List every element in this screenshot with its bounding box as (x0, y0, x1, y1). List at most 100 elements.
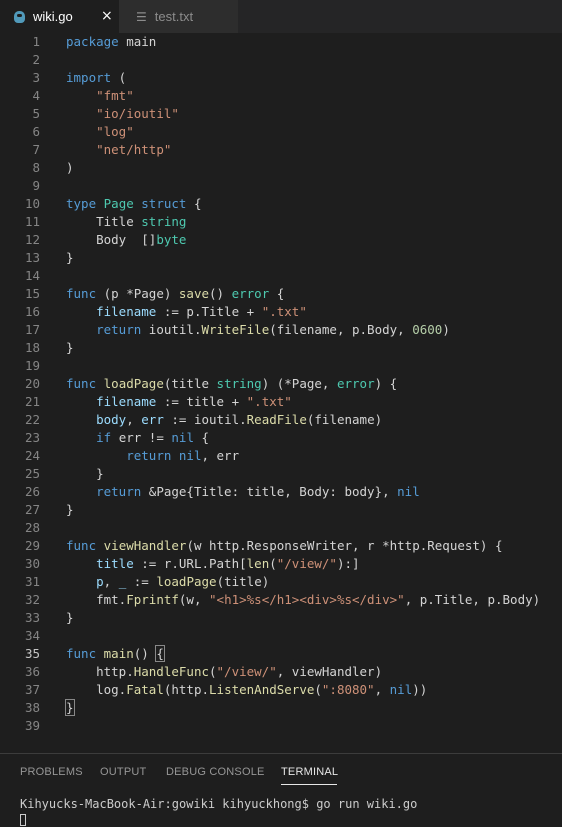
code-text: return ioutil.WriteFile(filename, p.Body… (66, 321, 450, 339)
code-token: 0600 (412, 322, 443, 337)
code-token: := ioutil. (163, 412, 247, 427)
code-token: "fmt" (96, 88, 134, 103)
code-line[interactable]: 39 (0, 717, 562, 735)
code-line[interactable]: 37 log.Fatal(http.ListenAndServe(":8080"… (0, 681, 562, 699)
tab-label: wiki.go (33, 9, 73, 24)
tab-terminal[interactable]: TERMINAL (281, 766, 338, 778)
code-line[interactable]: 36 http.HandleFunc("/view/", viewHandler… (0, 663, 562, 681)
code-line[interactable]: 19 (0, 357, 562, 375)
active-tab-indicator (281, 784, 337, 785)
code-text: if err != nil { (66, 429, 209, 447)
code-line[interactable]: 13} (0, 249, 562, 267)
code-token: return (96, 322, 142, 337)
code-line[interactable]: 16 filename := p.Title + ".txt" (0, 303, 562, 321)
code-line[interactable]: 21 filename := title + ".txt" (0, 393, 562, 411)
code-token: "/view/" (216, 664, 277, 679)
code-token: , err (201, 448, 240, 463)
code-line[interactable]: 33} (0, 609, 562, 627)
code-token: (filename, p.Body, (269, 322, 413, 337)
code-token: func (66, 646, 97, 661)
code-token: fmt. (66, 592, 127, 607)
line-number: 28 (24, 520, 40, 535)
line-number: 27 (24, 502, 40, 517)
code-line[interactable]: 23 if err != nil { (0, 429, 562, 447)
code-line[interactable]: 28 (0, 519, 562, 537)
line-number: 7 (32, 142, 40, 157)
code-editor[interactable]: 1 package main 2 3 import (4 "fmt" 5 "io/iout… (0, 33, 562, 753)
tab-output[interactable]: OUTPUT (100, 766, 146, 778)
code-text: filename := p.Title + ".txt" (66, 303, 307, 321)
code-token: , p.Title, p.Body) (404, 592, 541, 607)
tab-debug-console[interactable]: DEBUG CONSOLE (166, 766, 265, 778)
code-line[interactable]: 29 func viewHandler(w http.ResponseWriter… (0, 537, 562, 555)
code-line[interactable]: 38} (0, 699, 562, 717)
code-token: () (209, 286, 232, 301)
code-token: ioutil. (141, 322, 202, 337)
code-line[interactable]: 12 Body []byte (0, 231, 562, 249)
code-token: ReadFile (246, 412, 307, 427)
code-line[interactable]: 35 func main() { (0, 645, 562, 663)
code-token: "<h1>%s</h1><div>%s</div>" (209, 592, 405, 607)
code-line[interactable]: 1 package main (0, 33, 562, 51)
line-number: 5 (32, 106, 40, 121)
code-line[interactable]: 20 func loadPage(title string) (*Page, er… (0, 375, 562, 393)
code-token: ( (314, 682, 322, 697)
tab-wiki-go[interactable]: wiki.go × (0, 0, 119, 33)
code-line[interactable]: 17 return ioutil.WriteFile(filename, p.B… (0, 321, 562, 339)
close-icon[interactable]: × (101, 8, 113, 24)
code-line[interactable]: 30 title := r.URL.Path[len("/view/"):] (0, 555, 562, 573)
code-token: save (178, 286, 210, 301)
code-line[interactable]: 4 "fmt" (0, 87, 562, 105)
code-line[interactable]: 6 "log" (0, 123, 562, 141)
tab-test-txt[interactable]: ☰ test.txt (119, 0, 238, 33)
line-number: 14 (24, 268, 40, 283)
code-token: ".txt" (246, 394, 292, 409)
code-text: return nil, err (66, 447, 239, 465)
line-number: 12 (24, 232, 40, 247)
code-line[interactable]: 32 fmt.Fprintf(w, "<h1>%s</h1><div>%s</d… (0, 591, 562, 609)
code-token: viewHandler (103, 538, 187, 553)
code-text: import ( (66, 69, 126, 87)
code-line[interactable]: 3 import ( (0, 69, 562, 87)
code-token: error (336, 376, 375, 391)
code-line[interactable]: 31 p, _ := loadPage(title) (0, 573, 562, 591)
code-line[interactable]: 25 } (0, 465, 562, 483)
code-line[interactable]: 9 (0, 177, 562, 195)
code-line[interactable]: 8) (0, 159, 562, 177)
code-text: log.Fatal(http.ListenAndServe(":8080", n… (66, 681, 427, 699)
code-token: Page (103, 196, 134, 211)
line-number: 33 (24, 610, 40, 625)
code-token: :] (344, 556, 360, 571)
code-token: main (103, 646, 134, 661)
code-line[interactable]: 15 func (p *Page) save() error { (0, 285, 562, 303)
code-line[interactable]: 26 return &Page{Title: title, Body: body… (0, 483, 562, 501)
code-line[interactable]: 5 "io/ioutil" (0, 105, 562, 123)
code-token: main (118, 34, 157, 49)
code-text: p, _ := loadPage(title) (66, 573, 269, 591)
code-token: return (126, 448, 172, 463)
code-line[interactable]: 22 body, err := ioutil.ReadFile(filename… (0, 411, 562, 429)
code-line[interactable]: 7 "net/http" (0, 141, 562, 159)
terminal-output-line[interactable]: Kihyucks-MacBook-Air:gowiki kihyuckhong$… (20, 797, 417, 811)
line-number: 25 (24, 466, 40, 481)
code-line[interactable]: 14 (0, 267, 562, 285)
code-token: import (66, 70, 112, 85)
code-line[interactable]: 18} (0, 339, 562, 357)
code-line[interactable]: 34 (0, 627, 562, 645)
tab-problems[interactable]: PROBLEMS (20, 766, 83, 778)
code-line[interactable]: 27} (0, 501, 562, 519)
line-number: 23 (24, 430, 40, 445)
code-line[interactable]: 11 Title string (0, 213, 562, 231)
code-text: Body []byte (66, 231, 186, 249)
code-token: ".txt" (261, 304, 307, 319)
code-token: "io/ioutil" (96, 106, 179, 121)
code-line[interactable]: 2 (0, 51, 562, 69)
code-line[interactable]: 24 return nil, err (0, 447, 562, 465)
code-token: return (96, 484, 142, 499)
code-token: { (193, 430, 210, 445)
code-line[interactable]: 10 type Page struct { (0, 195, 562, 213)
code-text: ) (66, 159, 74, 177)
